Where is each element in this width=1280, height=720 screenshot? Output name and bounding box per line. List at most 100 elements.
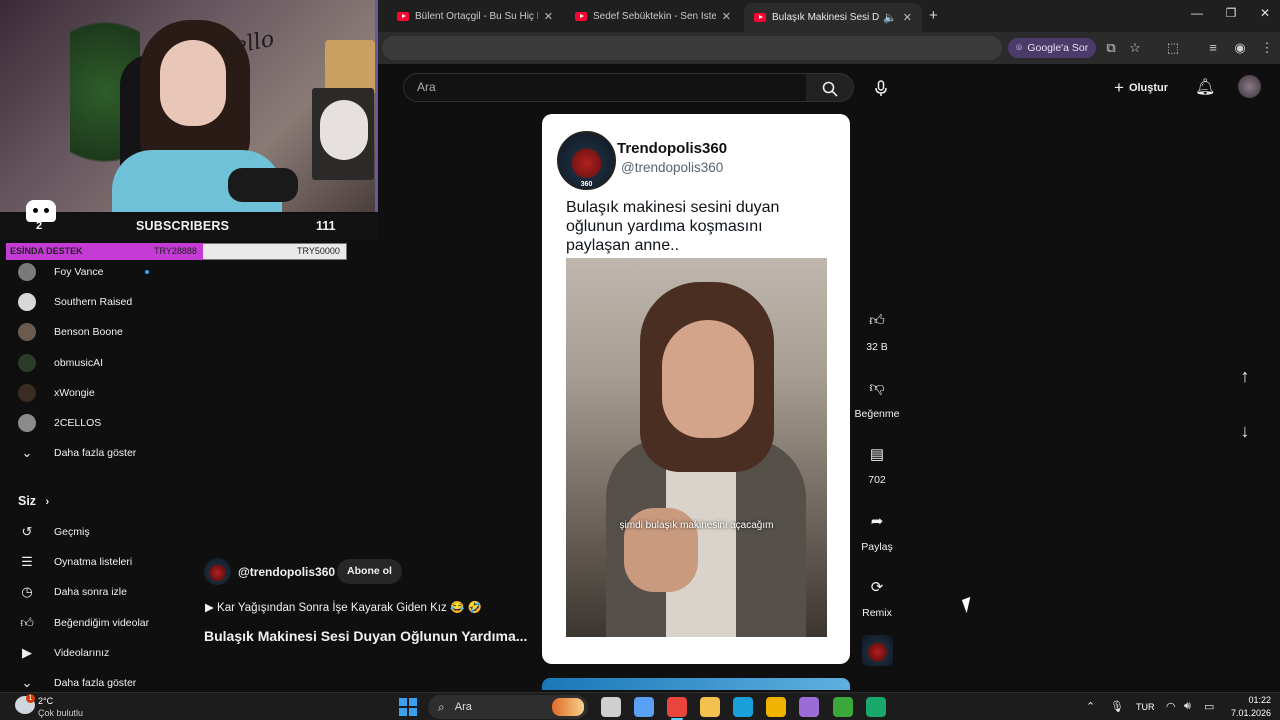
channel-avatar (18, 353, 36, 372)
sidebar-you-item[interactable]: ☰ Oynatma listeleri (0, 547, 200, 577)
subscribe-button[interactable]: Abone ol (337, 559, 402, 584)
sidebar-subscription-item[interactable]: Southern Raised (0, 287, 200, 317)
profile-icon[interactable]: ◉ (1229, 38, 1251, 58)
sidebar-subscription-item[interactable]: xWongie (0, 378, 200, 408)
new-content-dot (145, 270, 150, 274)
next-short-button[interactable]: ↓ (1233, 421, 1257, 445)
copilot-icon[interactable] (634, 697, 654, 717)
search-highlight-image (552, 698, 584, 716)
google-sor-button[interactable]: ⌾ Google'a Sor (1008, 38, 1097, 58)
share-button[interactable]: ➦ Paylaş (850, 512, 904, 553)
sidebar-you-item[interactable]: ◷ Daha sonra izle (0, 577, 200, 607)
tray-chevron-up-icon[interactable]: ⌃ (1086, 700, 1095, 713)
extensions-icon[interactable]: ⬚ (1162, 38, 1184, 58)
related-short-link[interactable]: ▶ Kar Yağışından Sonra İşe Kayarak Giden… (205, 600, 482, 614)
short-title[interactable]: Bulaşık Makinesi Sesi Duyan Oğlunun Yard… (204, 628, 534, 644)
taskbar-search[interactable]: ⌕ Ara (428, 695, 588, 719)
weather-description: Çok bulutlu (38, 708, 84, 718)
previous-short-button[interactable]: ↑ (1233, 366, 1257, 390)
like-button[interactable]: 👍︎ 32 B (850, 312, 904, 353)
channel-avatar (18, 263, 36, 281)
section-you-title: Siz (18, 494, 37, 508)
video-frame: şimdi bulaşık makinesini açacağım (566, 258, 827, 637)
share-icon: ➦ (870, 513, 884, 530)
address-bar[interactable] (382, 36, 1002, 60)
channel-logo-text: 360 (580, 181, 593, 188)
clock-date[interactable]: 7.01.2026 (1201, 708, 1271, 718)
new-tab-button[interactable]: + (929, 7, 938, 24)
wifi-icon[interactable]: ◠ (1166, 700, 1176, 713)
show-more-subscriptions[interactable]: ⌄ Daha fazla göster (0, 438, 200, 468)
tab-3-active[interactable]: Bulaşık Makinesi Sesi Duyan 🔈 ✕ (744, 3, 922, 32)
windows-start-icon[interactable] (399, 698, 417, 716)
app-green-icon[interactable] (866, 697, 886, 717)
sidebar-subscription-item[interactable]: Foy Vance (0, 257, 200, 287)
sidebar-subscription-item[interactable]: obmusicAI (0, 348, 200, 378)
section-you-header[interactable]: Siz › (18, 494, 49, 508)
channel-avatar (18, 383, 36, 402)
comment-icon: ▤ (869, 446, 885, 463)
owner-avatar[interactable] (204, 558, 231, 585)
donation-goal-label: ESİNDA DESTEK (10, 246, 83, 256)
media-control-icon[interactable]: ≡ (1202, 38, 1224, 58)
remix-button[interactable]: ⟳ Remix (850, 578, 904, 619)
close-tab-icon[interactable]: ✕ (903, 11, 912, 24)
chevron-down-icon: ⌄ (21, 675, 33, 690)
input-language[interactable]: TUR (1136, 702, 1155, 712)
task-view-icon[interactable] (601, 697, 621, 717)
dislike-button[interactable]: 👎︎ Beğenme (850, 379, 904, 420)
subscription-label: Southern Raised (54, 296, 133, 309)
maximize-button[interactable]: ❐ (1216, 6, 1246, 26)
close-tab-icon[interactable]: ✕ (544, 10, 553, 23)
video-caption: şimdi bulaşık makinesini açacağım (619, 520, 774, 531)
xbox-icon[interactable] (833, 697, 853, 717)
channel-thumbnail[interactable] (862, 635, 893, 666)
close-window-button[interactable]: ✕ (1250, 6, 1280, 26)
bookmark-star-icon[interactable]: ☆ (1124, 38, 1146, 58)
create-button[interactable]: + Oluştur (1114, 78, 1168, 98)
youtube-favicon-icon (397, 11, 409, 21)
thumbs-up-icon: 👍︎ (869, 312, 885, 329)
file-explorer-icon[interactable] (700, 697, 720, 717)
search-input[interactable]: Ara (403, 73, 807, 102)
tab-2[interactable]: Sedef Sebüktekin - Sen İstersin ✕ (565, 4, 741, 28)
close-tab-icon[interactable]: ✕ (722, 10, 731, 23)
comments-button[interactable]: ▤ 702 (850, 445, 904, 486)
sidebar-you-item[interactable]: 👍︎ Beğendiğim videolar (0, 608, 200, 638)
tab-1-label: Bülent Ortaçgil - Bu Su Hiç Dur (415, 10, 538, 22)
chevron-down-icon: ⌄ (21, 445, 33, 460)
install-app-icon[interactable]: ⧉ (1100, 38, 1122, 58)
tray-mic-icon[interactable]: 🎙︎ (1110, 700, 1124, 713)
woman-face (662, 320, 754, 438)
minimize-button[interactable]: — (1182, 6, 1212, 26)
next-short-preview[interactable] (542, 678, 850, 690)
like-count: 32 B (866, 341, 888, 353)
app-purple-icon[interactable] (799, 697, 819, 717)
search-button[interactable] (806, 73, 854, 102)
mouse-cursor (961, 596, 976, 614)
clock-time[interactable]: 01:22 (1201, 695, 1271, 705)
streamer-face (160, 40, 226, 126)
notifications-bell-icon[interactable]: 🔔︎ (1195, 77, 1215, 97)
menu-kebab-icon[interactable]: ⋮ (1256, 38, 1278, 58)
sidebar-you-item[interactable]: ↺ Geçmiş (0, 517, 200, 547)
you-item-label: Beğendiğim videolar (54, 616, 150, 629)
tab-1[interactable]: Bülent Ortaçgil - Bu Su Hiç Dur ✕ (387, 4, 563, 28)
comment-count: 702 (868, 474, 886, 486)
subscription-label: Foy Vance (54, 266, 104, 278)
channel-avatar (18, 293, 36, 312)
account-avatar[interactable] (1238, 75, 1261, 98)
owner-handle[interactable]: @trendopolis360 (238, 565, 335, 579)
voice-search-button[interactable] (866, 73, 896, 102)
sidebar-you-item[interactable]: ▶ Videolarınız (0, 638, 200, 668)
volume-icon[interactable]: 🔊︎ (1184, 700, 1191, 713)
sidebar-subscription-item[interactable]: 2CELLOS (0, 408, 200, 438)
edge-icon[interactable] (733, 697, 753, 717)
you-item-label: Daha sonra izle (54, 586, 127, 599)
subscriber-count: 2 (36, 220, 43, 232)
sidebar-subscription-item[interactable]: Benson Boone (0, 317, 200, 347)
store-icon[interactable] (766, 697, 786, 717)
show-more-label: Daha fazla göster (54, 447, 137, 459)
speaker-icon[interactable]: 🔈 (883, 11, 897, 24)
chrome-icon[interactable] (667, 697, 687, 717)
